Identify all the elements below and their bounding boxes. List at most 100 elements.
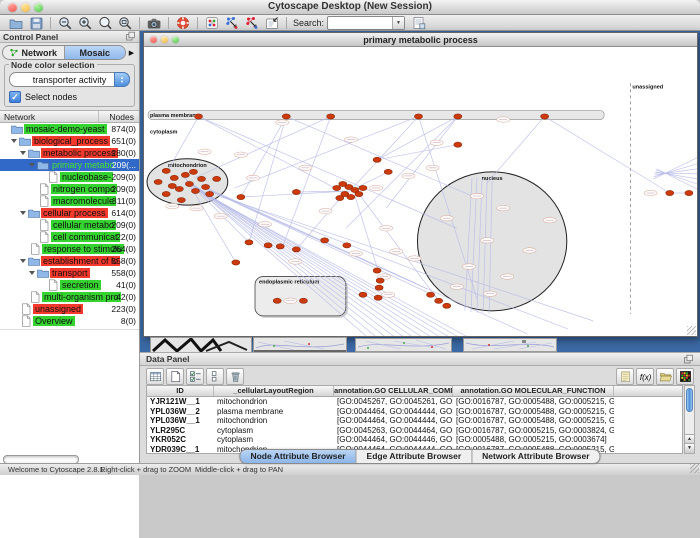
column-header[interactable]: ID: [147, 386, 214, 396]
network-node[interactable]: [181, 172, 189, 177]
scroll-down-icon[interactable]: ▼: [685, 443, 694, 453]
network-overlay-blue-icon-button[interactable]: [222, 15, 242, 30]
import-attributes-button[interactable]: [656, 368, 674, 385]
snapshot-button[interactable]: [144, 15, 164, 30]
tab-mosaic[interactable]: Mosaic: [65, 46, 126, 59]
float-panel-icon[interactable]: [125, 31, 136, 42]
node-color-dropdown[interactable]: transporter activity ▲▼: [9, 72, 130, 87]
network-node[interactable]: [443, 303, 451, 308]
network-tree-row[interactable]: transport558(0): [0, 267, 139, 279]
network-node[interactable]: [321, 238, 329, 243]
search-dropdown-arrow[interactable]: ▼: [392, 17, 404, 29]
network-node[interactable]: [162, 191, 170, 196]
formula-builder-button[interactable]: f(x): [636, 368, 654, 385]
network-node[interactable]: [333, 185, 341, 190]
network-node[interactable]: [245, 240, 253, 245]
network-tree-row[interactable]: cellular metabo209(0): [0, 219, 139, 231]
expand-triangle-icon[interactable]: [20, 151, 26, 155]
network-node[interactable]: [375, 285, 383, 290]
expand-triangle-icon[interactable]: [29, 271, 35, 275]
tab-network[interactable]: Network: [3, 46, 65, 59]
network-tree-row[interactable]: establishment of lo558(0): [0, 255, 139, 267]
network-node[interactable]: [292, 189, 300, 194]
dropdown-stepper-icon[interactable]: ▲▼: [114, 72, 130, 87]
network-node[interactable]: [373, 268, 381, 273]
network-overlay-red-icon-button[interactable]: [242, 15, 262, 30]
network-node[interactable]: [355, 191, 363, 196]
network-tree-row[interactable]: unassigned223(0): [0, 303, 139, 315]
import-network-button[interactable]: [262, 15, 282, 30]
network-node[interactable]: [273, 298, 281, 303]
network-node[interactable]: [194, 114, 202, 119]
save-session-button[interactable]: [26, 15, 46, 30]
network-node[interactable]: [170, 175, 178, 180]
expand-triangle-icon[interactable]: [11, 139, 17, 143]
attribute-panel-button[interactable]: [202, 15, 222, 30]
app-resize-grip[interactable]: [690, 464, 699, 473]
column-header[interactable]: annotation.GO MOLECULAR_FUNCTION: [453, 386, 614, 396]
network-tree-row[interactable]: Overview8(0): [0, 315, 139, 327]
network-node[interactable]: [299, 298, 307, 303]
network-node[interactable]: [343, 243, 351, 248]
network-tree-row[interactable]: biological_process651(0): [0, 135, 139, 147]
network-edge[interactable]: [487, 116, 545, 182]
tab-node-attribute-browser[interactable]: Node Attribute Browser: [240, 450, 356, 463]
search-config-button[interactable]: [409, 15, 429, 30]
tab-network-attribute-browser[interactable]: Network Attribute Browser: [472, 450, 599, 463]
checkbox-check-icon[interactable]: ✓: [9, 91, 21, 103]
network-node[interactable]: [292, 247, 300, 252]
network-edge[interactable]: [654, 158, 697, 179]
table-row[interactable]: YJR121W__1mitochondrion[GO:0045267, GO:0…: [147, 397, 682, 407]
network-edge[interactable]: [377, 116, 458, 159]
zoom-out-button[interactable]: [55, 15, 75, 30]
network-node[interactable]: [376, 278, 384, 283]
table-scrollbar[interactable]: ▲ ▼: [684, 385, 695, 454]
network-node[interactable]: [374, 295, 382, 300]
help-button[interactable]: [173, 15, 193, 30]
network-edge[interactable]: [241, 116, 286, 197]
network-edge[interactable]: [545, 116, 670, 193]
network-tree-row[interactable]: nucleobase-209(0): [0, 171, 139, 183]
network-window-titlebar[interactable]: primary metabolic process: [144, 33, 697, 47]
network-node[interactable]: [454, 114, 462, 119]
annotation-pad-button[interactable]: [616, 368, 634, 385]
network-node[interactable]: [359, 185, 367, 190]
network-node[interactable]: [232, 260, 240, 265]
network-tree-row[interactable]: primary metabo209(...: [0, 159, 139, 171]
table-row[interactable]: YLR295Ccytoplasm[GO:0045263, GO:0044464,…: [147, 426, 682, 436]
network-node[interactable]: [177, 197, 185, 202]
network-node[interactable]: [197, 176, 205, 181]
tab-overflow-button[interactable]: ▶: [126, 49, 137, 57]
unselect-attributes-button[interactable]: [206, 368, 224, 385]
network-tree-row[interactable]: secretion41(0): [0, 279, 139, 291]
network-node[interactable]: [384, 169, 392, 174]
network-node[interactable]: [359, 292, 367, 297]
network-node[interactable]: [237, 194, 245, 199]
network-tree-row[interactable]: cell communicat22(0): [0, 231, 139, 243]
network-node[interactable]: [435, 298, 443, 303]
network-node[interactable]: [454, 142, 462, 147]
window-resize-grip[interactable]: [687, 326, 696, 335]
network-edge[interactable]: [205, 188, 427, 289]
expand-triangle-icon[interactable]: [29, 163, 35, 167]
network-node[interactable]: [336, 195, 344, 200]
network-node[interactable]: [175, 186, 183, 191]
table-row[interactable]: YKR052Ccytoplasm[GO:0044464, GO:0044446,…: [147, 435, 682, 445]
zoom-selected-button[interactable]: [95, 15, 115, 30]
float-panel-icon[interactable]: [683, 354, 694, 365]
network-node[interactable]: [185, 181, 193, 186]
network-canvas[interactable]: plasma membranecytoplasmmitochondrionnuc…: [144, 47, 697, 336]
network-node[interactable]: [206, 191, 214, 196]
network-tree-row[interactable]: macromolecule311(0): [0, 195, 139, 207]
network-node[interactable]: [427, 292, 435, 297]
column-header[interactable]: annotation.GO CELLULAR_COMPONENT: [334, 386, 453, 396]
expand-triangle-icon[interactable]: [20, 259, 26, 263]
network-tree-row[interactable]: nitrogen compo209(0): [0, 183, 139, 195]
table-row[interactable]: YPL036W__2plasma membrane[GO:0044464, GO…: [147, 407, 682, 417]
network-tree-row[interactable]: mosaic-demo-yeast874(0): [0, 123, 139, 135]
delete-attributes-button[interactable]: [186, 368, 204, 385]
network-node[interactable]: [276, 244, 284, 249]
open-session-button[interactable]: [6, 15, 26, 30]
network-node[interactable]: [327, 114, 335, 119]
network-tree-row[interactable]: response to stimulu264(0): [0, 243, 139, 255]
